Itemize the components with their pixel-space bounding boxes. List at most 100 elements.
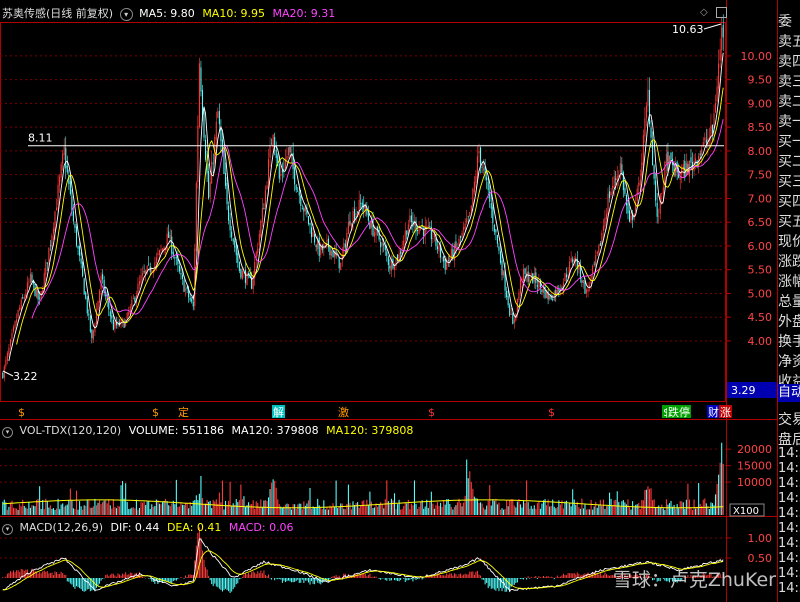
stock-chart[interactable]: 4.00 4.50 5.00 5.50 6.00 6.50 7.00 7.50 8.00 8.50… [0,0,800,602]
volume-bar [476,498,478,515]
candle-body [499,250,502,263]
price-tick-label: 8.00 [748,145,773,158]
macd-title: MACD(12,26,9) [19,521,104,534]
settings-icon[interactable]: ◇ [700,7,708,18]
candle-body [280,173,282,176]
dropdown-icon[interactable]: ▾ [119,8,133,21]
candle-body [483,168,485,171]
candle-body [69,180,71,194]
time-list: 14:5 14:5 14:5 14:5 14:5 14:5 14:5 14:5 … [778,446,800,596]
volume-bar [174,504,176,515]
volume-bar [149,508,151,515]
side-label: 外盘 [778,314,800,330]
side-label: 净资 [778,354,800,370]
candle-body [294,167,296,185]
candle-body [311,227,313,238]
volume-bar [9,502,11,515]
volume-bar [527,502,529,515]
volume-bar [667,504,669,515]
candle-body [604,217,606,228]
volume-bar [572,489,574,515]
side-label: 卖一 [778,114,800,130]
candle-body [203,112,205,138]
volume-bar [687,483,689,515]
candle-body [264,189,266,208]
auto-button[interactable]: 自动 [778,384,800,402]
candle-body [248,272,250,275]
volume-bar [377,506,379,515]
candle-body [74,224,76,228]
candle-body [446,262,448,270]
volume-bar [82,509,84,515]
candle-body [436,246,439,250]
candle-body [461,232,463,238]
volume-bar [152,506,154,515]
volume-bar [62,503,64,515]
volume-bar [303,501,305,515]
candle-body [109,311,111,317]
volume-bar [440,502,442,515]
volume-bar [151,504,153,515]
candle-body [112,319,114,330]
volume-ma-line [2,499,724,509]
volume-bar [658,505,660,515]
volume-bar [266,500,268,515]
candle-body [59,176,61,186]
panel-toggle-icon[interactable] [716,7,727,18]
candle-body [309,222,311,226]
macd-circle-icon[interactable]: ▾ [2,524,13,535]
candle-body [142,273,144,276]
candle-body [86,297,88,314]
volume-bar [393,493,396,515]
candle-body [661,192,663,194]
event-marker: $ [428,406,435,419]
order-book-panel: 委 卖五 卖四 卖三 卖二 卖一 买一 买二 买三 买四 买五 现价 涨跌 涨幅… [778,12,800,392]
volume-bar [418,506,420,515]
volume-bar [229,481,231,515]
candle-body [229,219,231,231]
volume-bar [421,500,423,515]
candle-body [503,271,505,276]
candle-body [722,25,724,38]
volume-bar [460,502,462,515]
volume-bar [165,498,167,515]
candle-body [157,253,159,255]
volume-bar [306,503,308,515]
volume-bar [415,503,417,515]
candle-body [297,191,299,192]
volume-bar [441,506,443,515]
volume-bar [682,502,684,515]
candle-body [62,153,64,164]
volume-bar [274,480,276,515]
stock-title: 苏奥传感(日线 前复权) [2,7,114,20]
volume-bar [79,501,81,515]
volume-bar [601,506,603,515]
volume-bar [171,503,173,515]
volume-bar [26,508,28,515]
vol-volume: VOLUME: 551186 [128,424,224,437]
volume-bar [181,504,184,515]
volume-bar [569,503,571,515]
volume-bar [492,499,494,515]
volume-bar [332,503,334,515]
volume-bar [28,501,30,515]
volume-bar [639,509,641,515]
volume-bar [344,509,346,515]
current-price-label: 3.29 [731,384,756,397]
candle-body [522,268,525,281]
volume-bar [321,509,323,515]
candle-body [269,145,271,158]
candle-body [9,339,11,347]
candle-body [295,184,297,190]
volume-bar [432,503,434,515]
vol-circle-icon[interactable]: ▾ [2,427,13,438]
candle-body [189,298,191,301]
volume-bar [6,509,8,515]
candle-body [271,143,273,145]
side-label: 买四 [778,194,800,210]
candle-body [383,243,385,246]
event-marker: 跌停 [668,405,690,419]
candle-body [360,202,362,204]
volume-bar [436,502,439,515]
candle-body [432,238,434,240]
